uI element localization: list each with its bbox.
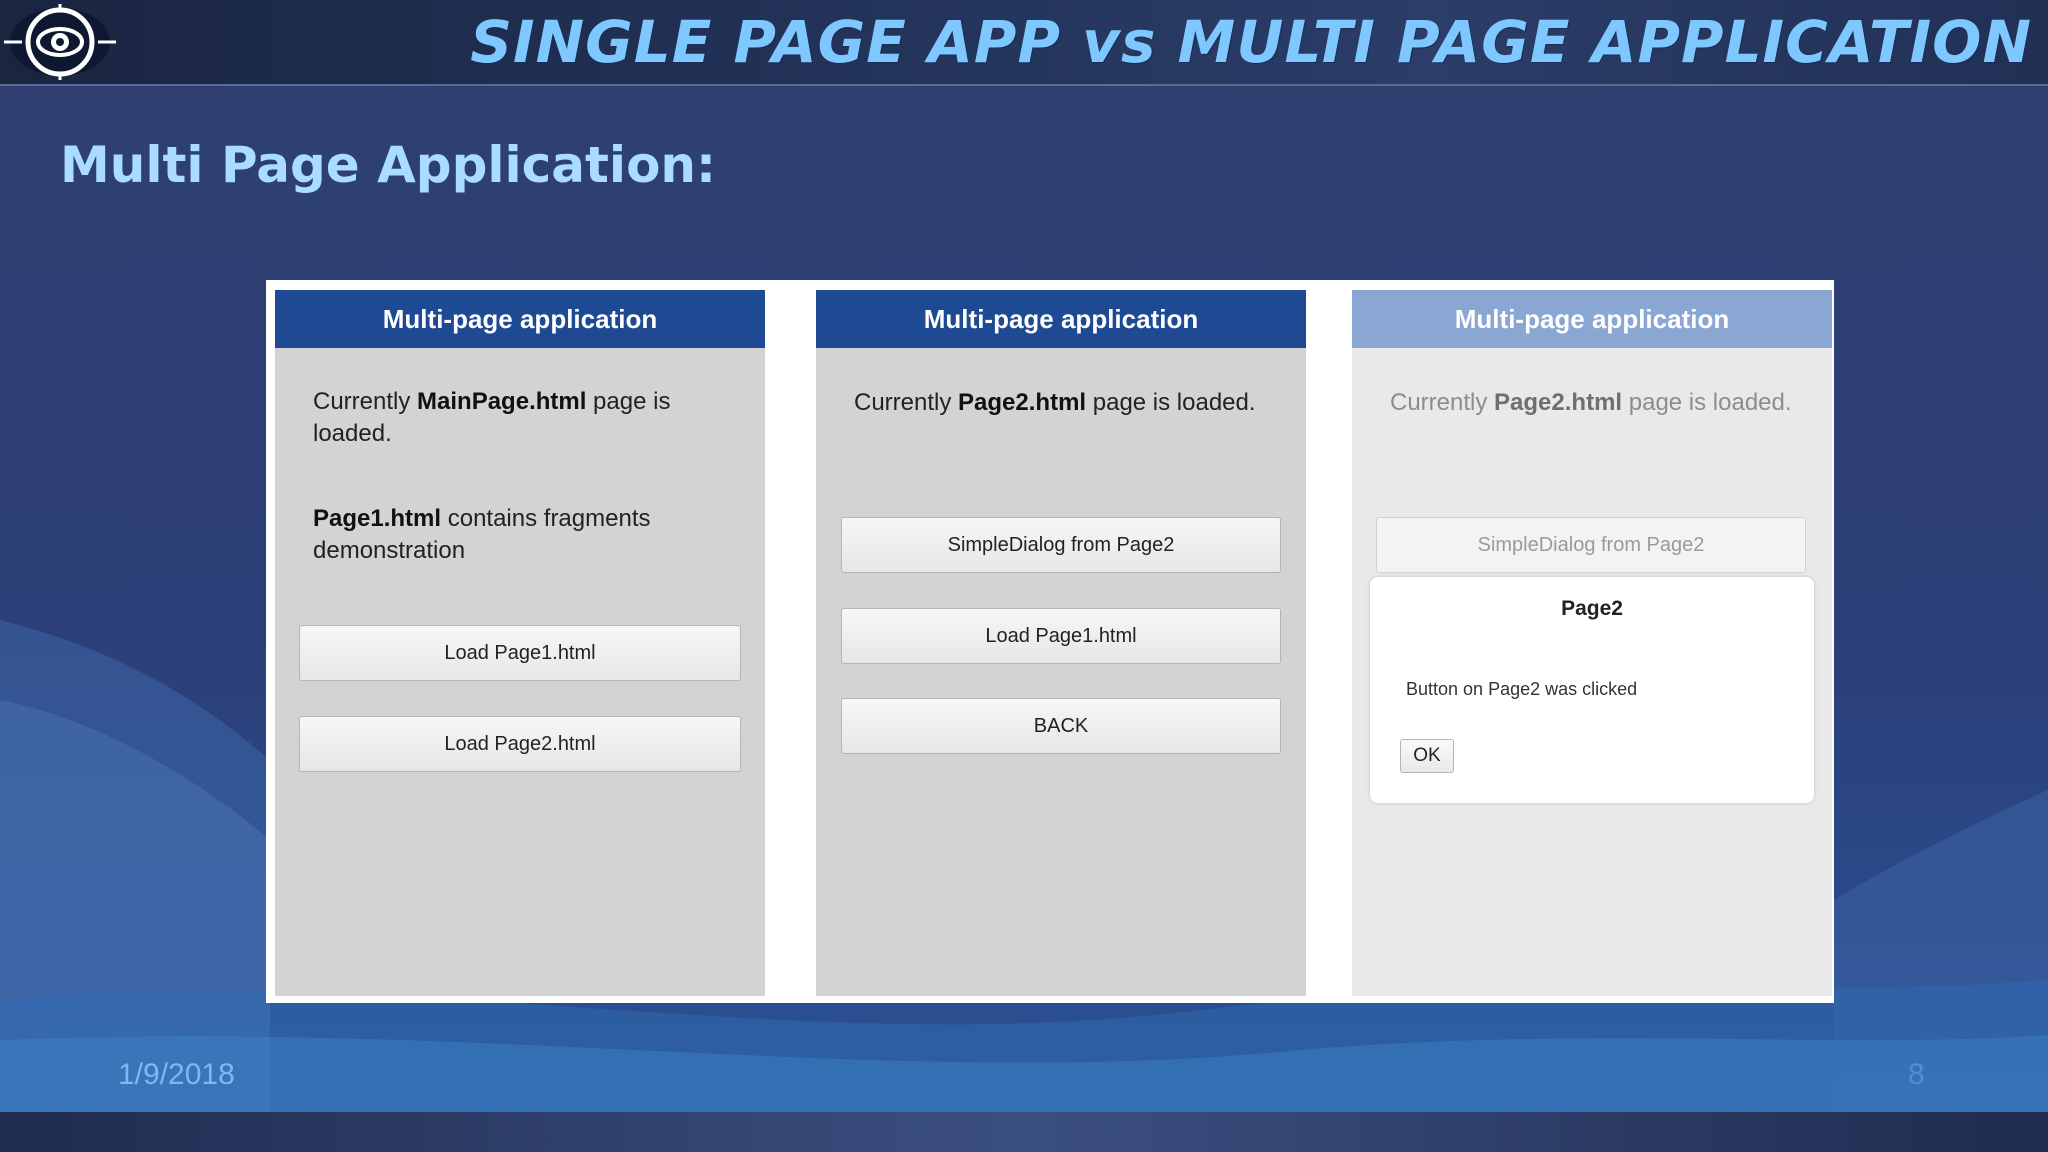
screenshot-frame: Multi-page application Currently MainPag… — [266, 280, 1834, 1003]
slide-page-number: 8 — [1908, 1058, 1925, 1091]
simple-dialog: Page2 Button on Page2 was clicked OK — [1370, 577, 1814, 803]
slide-title: SINGLE PAGE APP vs MULTI PAGE APPLICATIO… — [470, 8, 2032, 76]
panel-page2: Multi-page application Currently Page2.h… — [816, 290, 1306, 996]
back-button[interactable]: BACK — [841, 698, 1281, 754]
simple-dialog-button[interactable]: SimpleDialog from Page2 — [1376, 517, 1806, 573]
dialog-ok-button[interactable]: OK — [1400, 739, 1454, 773]
footer-band — [0, 1112, 2048, 1152]
panel-header: Multi-page application — [816, 290, 1306, 348]
panel-header: Multi-page application — [275, 290, 765, 348]
panel-status-text: Currently Page2.html page is loaded. — [854, 389, 1256, 416]
panel-page2-dialog: Multi-page application Currently Page2.h… — [1352, 290, 1832, 996]
panel-status-text: Currently Page2.html page is loaded. — [1390, 389, 1792, 416]
panel-header: Multi-page application — [1352, 290, 1832, 348]
load-page2-button[interactable]: Load Page2.html — [299, 716, 741, 772]
panel-info-text: Page1.html contains fragments demonstrat… — [313, 505, 651, 564]
panel-main-page: Multi-page application Currently MainPag… — [275, 290, 765, 996]
dialog-message: Button on Page2 was clicked — [1406, 679, 1638, 699]
slide-date: 1/9/2018 — [118, 1058, 235, 1091]
load-page1-button[interactable]: Load Page1.html — [299, 625, 741, 681]
simple-dialog-button[interactable]: SimpleDialog from Page2 — [841, 517, 1281, 573]
load-page1-button[interactable]: Load Page1.html — [841, 608, 1281, 664]
eye-crosshair-logo — [4, 4, 116, 80]
slide-subtitle: Multi Page Application: — [60, 136, 717, 194]
dialog-title: Page2 — [1561, 597, 1623, 620]
panel-status-text: Currently MainPage.html page is loaded. — [313, 388, 671, 447]
